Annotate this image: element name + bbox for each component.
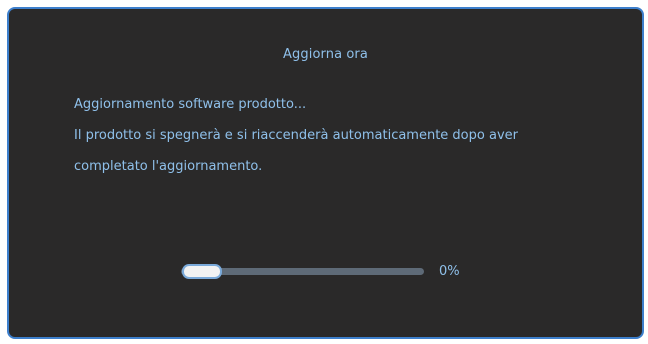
update-progress: 0% (181, 263, 481, 281)
update-dialog-screen: Aggiorna ora Aggiornamento software prod… (7, 7, 644, 339)
update-message: Aggiornamento software prodotto... Il pr… (74, 89, 614, 182)
dialog-title: Aggiorna ora (283, 47, 368, 62)
message-line: Il prodotto si spegnerà e si riaccenderà… (74, 128, 518, 143)
message-line: Aggiornamento software prodotto... (74, 97, 307, 112)
message-line: completato l'aggiornamento. (74, 159, 263, 174)
progress-indicator (182, 264, 222, 279)
progress-percent: 0% (439, 264, 460, 279)
